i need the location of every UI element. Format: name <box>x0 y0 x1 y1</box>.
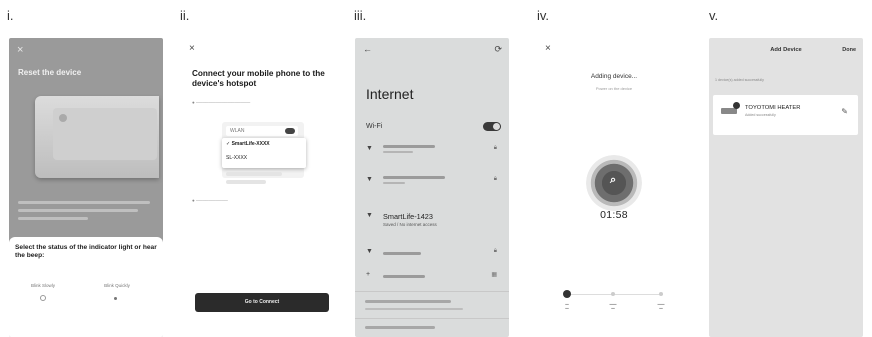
heater-thumbnail <box>721 108 737 114</box>
add-device-result-screen: Add Device Done 1 device(s) added succes… <box>709 38 863 337</box>
progress-step <box>659 292 663 296</box>
wifi-label: Wi-Fi <box>366 123 383 130</box>
divider <box>355 318 509 319</box>
network-item-faded <box>226 180 266 184</box>
instruction-text-line <box>18 217 88 220</box>
search-icon: ⌕ <box>610 174 617 186</box>
device-card[interactable]: TOYOTOMI HEATER Added successfully ✎ <box>713 95 858 135</box>
divider <box>355 291 509 292</box>
qr-icon: ▦ <box>491 272 497 278</box>
heater-device-image <box>35 96 159 178</box>
page-subtitle: Power on the device <box>595 86 633 91</box>
device-name: TOYOTOMI HEATER <box>745 105 801 111</box>
close-icon[interactable]: × <box>17 44 23 56</box>
page-title: Add Device <box>770 47 802 53</box>
wifi-toggle[interactable] <box>483 122 501 131</box>
settings-link-line <box>365 308 463 310</box>
network-item: SL-XXXX <box>226 155 248 161</box>
lock-icon: 🔒︎ <box>493 176 497 182</box>
step-bullet: ● ───────────────── <box>192 100 251 105</box>
indicator-question: Select the status of the indicator light… <box>15 244 157 259</box>
indicator-light <box>59 114 67 122</box>
internet-settings-screen: ← ⟳ Internet Wi-Fi ▼ 🔒︎ ▼ 🔒︎ ▼ SmartLife… <box>355 38 509 337</box>
network-item: ✓ SmartLife-XXXX <box>226 141 270 147</box>
device-status: Added successfully <box>745 113 776 117</box>
wifi-icon: ▼ <box>366 212 373 219</box>
progress-step-active <box>563 290 571 298</box>
instruction-text-line <box>18 209 138 212</box>
panel-label-v: v. <box>709 8 719 23</box>
countdown-timer: 01:58 <box>600 209 628 221</box>
section-label: 1 device(s) added successfully <box>715 78 764 82</box>
bulb-icon <box>40 295 46 301</box>
go-to-connect-button[interactable]: Go to Connect <box>195 293 329 312</box>
network-list: ✓ SmartLife-XXXX SL-XXXX <box>222 138 306 168</box>
instruction-text-line <box>18 201 150 204</box>
page-title: Reset the device <box>18 68 82 77</box>
panel-label-i: i. <box>7 8 14 23</box>
page-title: Adding device... <box>590 73 638 80</box>
network-item-faded <box>226 172 282 176</box>
wlan-label: WLAN <box>230 128 245 134</box>
option-blink-slowly[interactable]: Blink Slowly <box>23 283 63 288</box>
refresh-icon[interactable]: ⟳ <box>494 44 502 55</box>
add-network-row[interactable]: + ▦ <box>355 267 509 289</box>
lock-icon: 🔒︎ <box>493 145 497 151</box>
hotspot-screen: × Connect your mobile phone to the devic… <box>182 38 336 337</box>
close-icon[interactable]: × <box>545 43 551 54</box>
panel-label-iv: iv. <box>537 8 550 23</box>
network-status: Saved / No internet access <box>383 222 437 227</box>
wifi-network-row[interactable]: ▼ 🔒︎ <box>355 141 509 163</box>
panel-label-ii: ii. <box>180 8 190 23</box>
indicator-status-sheet: Select the status of the indicator light… <box>9 237 163 337</box>
page-title: Internet <box>366 86 414 102</box>
wifi-network-row[interactable]: ▼ 🔒︎ <box>355 172 509 194</box>
wlan-row: WLAN <box>226 126 298 136</box>
success-badge-icon <box>733 102 740 109</box>
close-icon[interactable]: × <box>189 43 195 54</box>
edit-pencil-icon[interactable]: ✎ <box>841 107 848 116</box>
page-title: Connect your mobile phone to the device'… <box>192 69 325 88</box>
wifi-network-row[interactable]: ▼ 🔒︎ <box>355 244 509 266</box>
option-blink-quickly[interactable]: Blink Quickly <box>97 283 137 288</box>
plus-icon: + <box>366 271 371 278</box>
wlan-toggle-icon <box>285 128 295 134</box>
wifi-icon: ▼ <box>366 176 373 183</box>
wifi-icon: ▼ <box>366 248 373 255</box>
progress-step-caption: ▬ ▬ <box>565 302 569 310</box>
lock-icon: 🔒︎ <box>493 248 497 254</box>
step-bullet: ● ────────── <box>192 198 228 203</box>
back-arrow-icon[interactable]: ← <box>363 44 372 54</box>
adding-device-screen: × Adding device... Power on the device ⌕… <box>537 38 691 337</box>
settings-link-line[interactable] <box>365 326 435 329</box>
settings-link-line[interactable] <box>365 300 451 303</box>
wifi-icon: ▼ <box>366 145 373 152</box>
panel-label-iii: iii. <box>354 8 367 23</box>
network-name: SmartLife-1423 <box>383 212 433 221</box>
progress-step <box>611 292 615 296</box>
progress-step-caption: ▬▬ ▬ <box>657 302 665 310</box>
reset-device-screen: × Reset the device Select the status of … <box>9 38 163 337</box>
done-button[interactable]: Done <box>842 47 856 53</box>
progress-step-caption: ▬▬ ▬ <box>609 302 617 310</box>
bulb-icon <box>114 297 117 300</box>
